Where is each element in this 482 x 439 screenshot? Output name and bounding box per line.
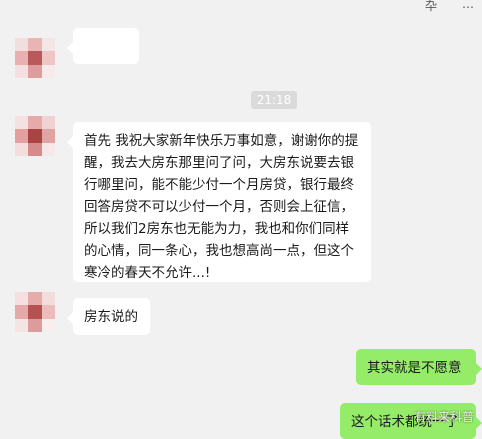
message-bubble[interactable]: 其实就是不愿意	[356, 349, 482, 385]
message-bubble[interactable]: 房东说的	[67, 298, 150, 335]
avatar[interactable]	[15, 38, 55, 78]
message-bubble[interactable]	[67, 28, 139, 64]
message-text: 其实就是不愿意	[367, 360, 462, 376]
message-text: 首先 我祝大家新年快乐万事如意，谢谢你的提醒，我去大房东那里问了问，大房东说要去…	[84, 133, 359, 281]
avatar[interactable]	[15, 292, 55, 332]
timestamp: 21:18	[251, 91, 297, 109]
minimize-icon[interactable]: 卆	[425, 0, 437, 14]
message-text: 房东说的	[84, 309, 138, 325]
watermark: 有料来科普	[413, 410, 474, 424]
message-bubble[interactable]: 首先 我祝大家新年快乐万事如意，谢谢你的提醒，我去大房东那里问了问，大房东说要去…	[67, 122, 371, 282]
more-icon[interactable]: …	[462, 0, 474, 11]
avatar[interactable]	[15, 116, 55, 156]
